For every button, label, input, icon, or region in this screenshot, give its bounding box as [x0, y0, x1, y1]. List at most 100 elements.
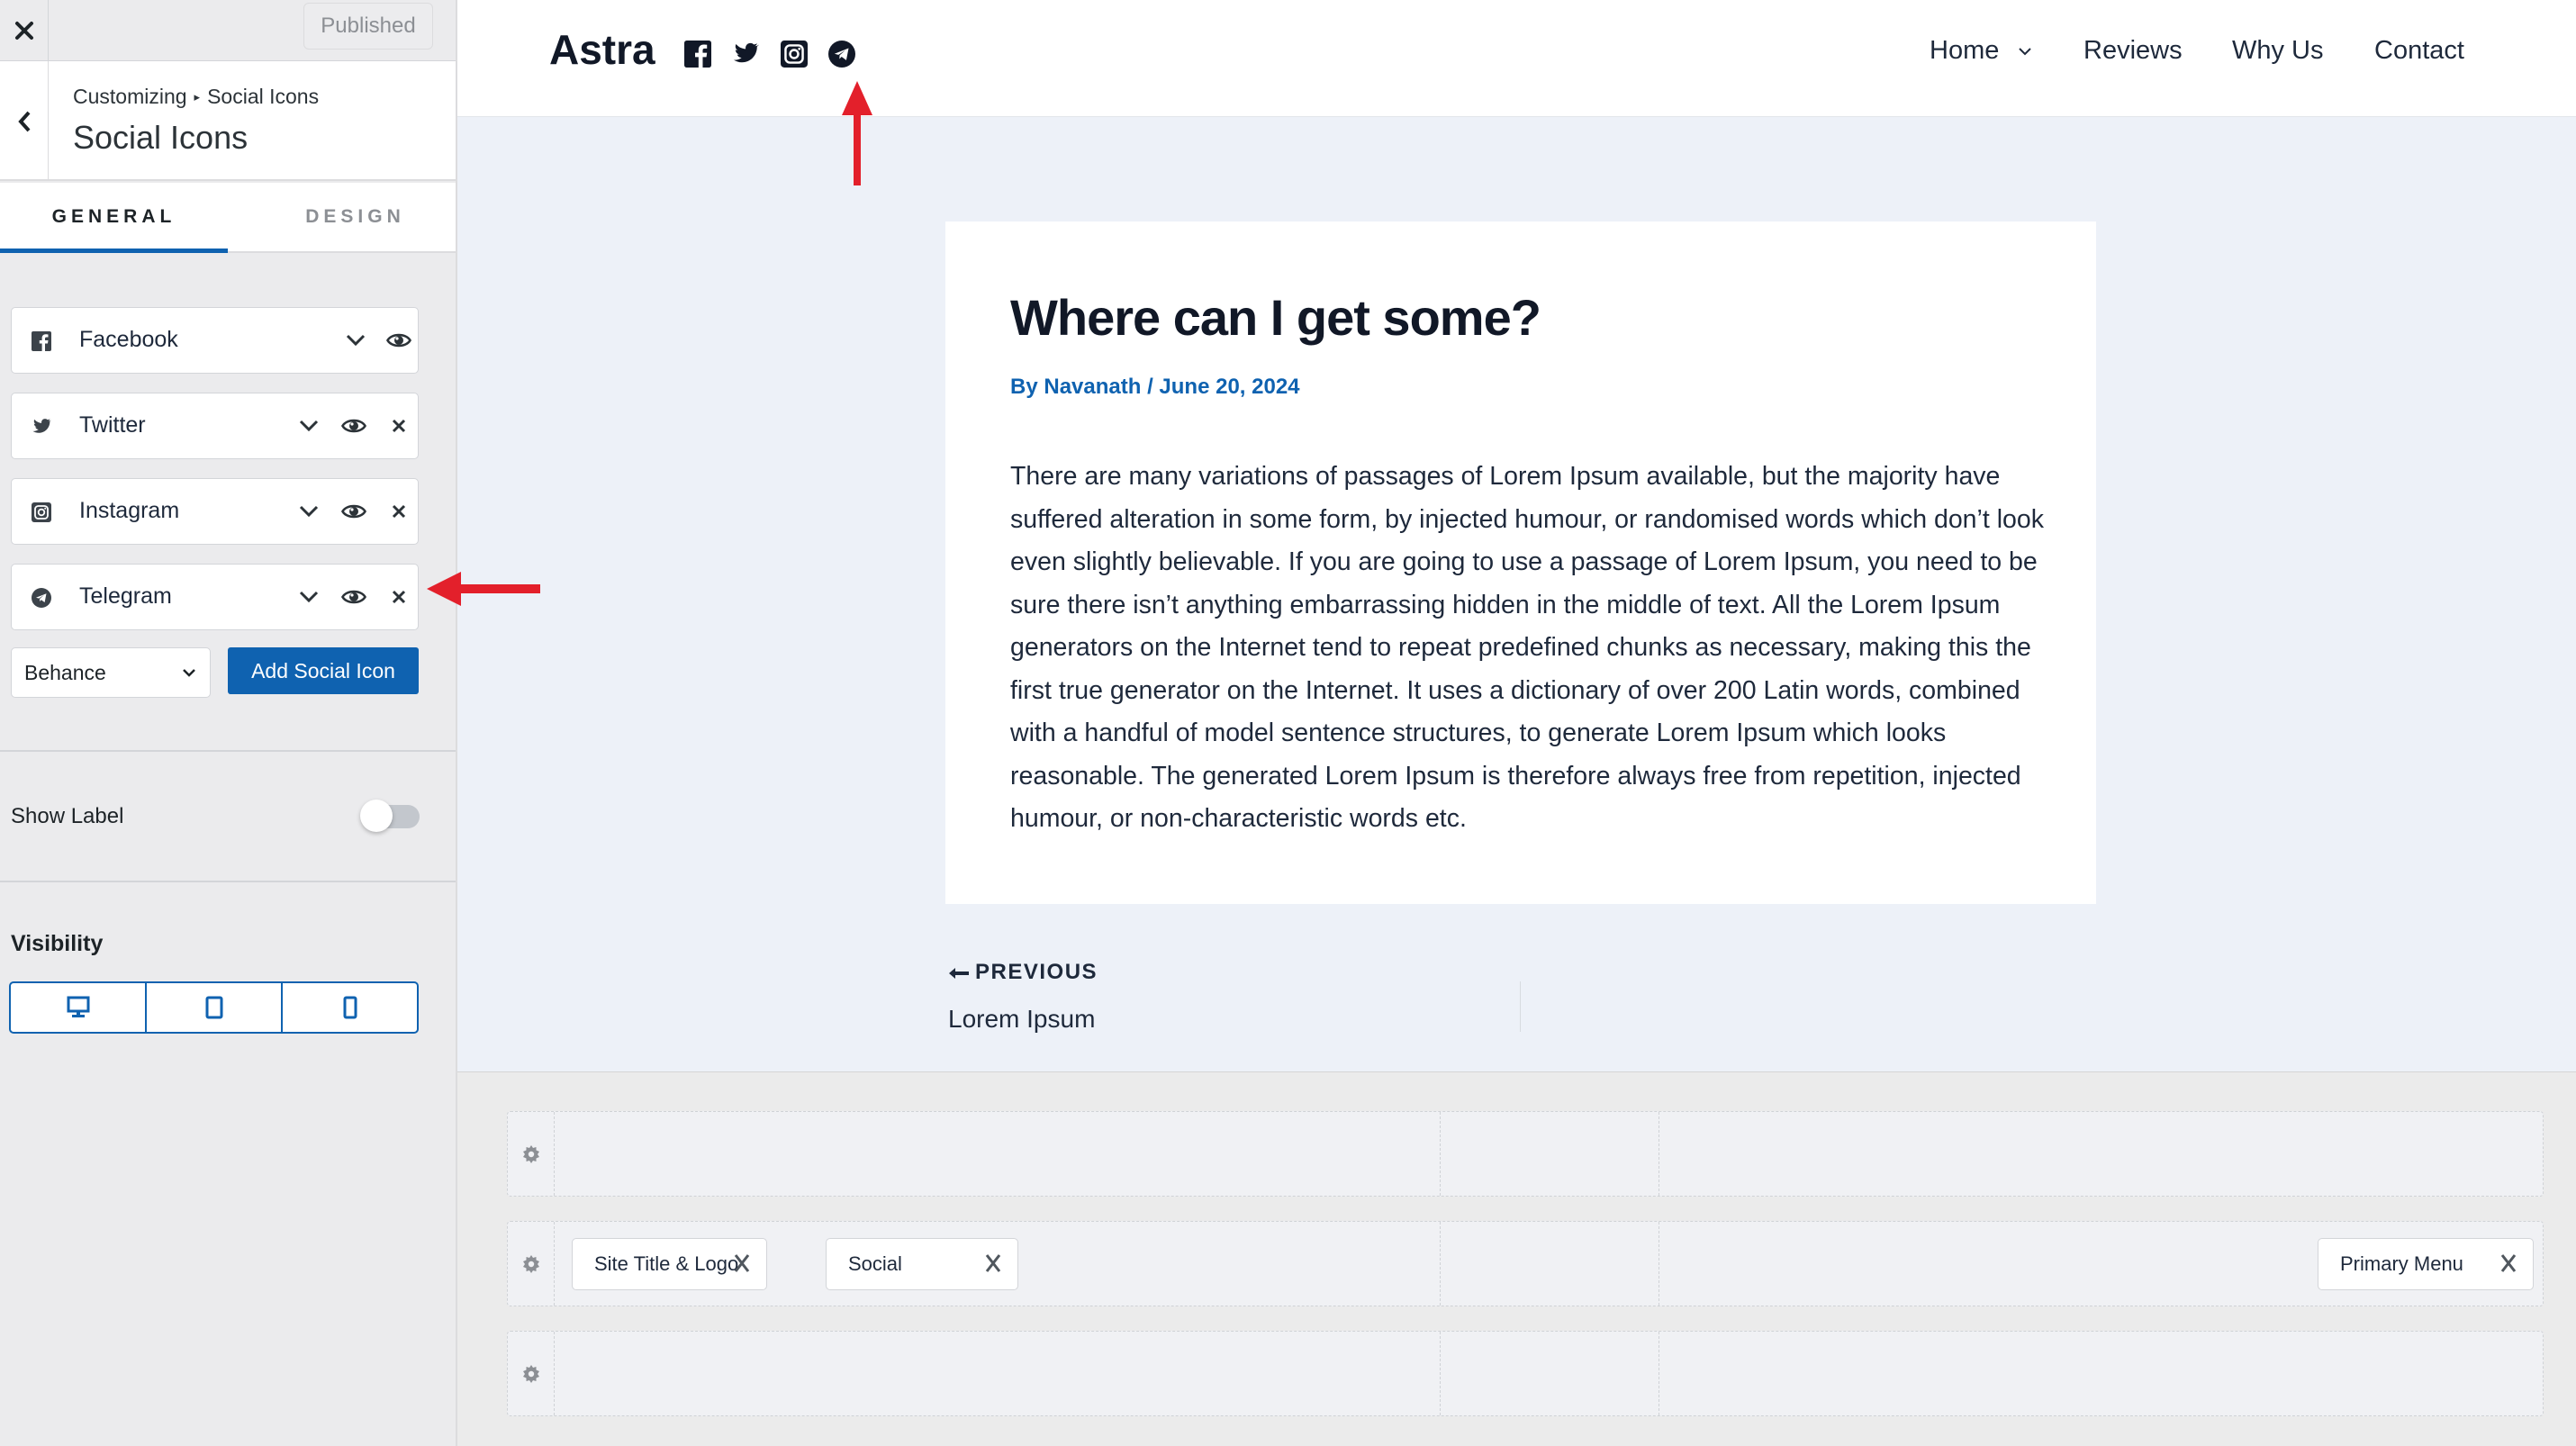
nav-item-contact[interactable]: Contact [2374, 36, 2464, 66]
show-label-toggle[interactable] [360, 800, 420, 832]
published-button[interactable]: Published [303, 3, 433, 50]
visibility-desktop-button[interactable] [11, 983, 145, 1032]
panel-tabs: GENERAL DESIGN [0, 183, 456, 253]
remove-item-x-icon[interactable] [385, 583, 412, 610]
builder-row-above-header[interactable] [507, 1111, 2544, 1197]
divider [0, 881, 456, 882]
previous-post-title[interactable]: Lorem Ipsum [948, 1005, 1095, 1034]
article-title: Where can I get some? [1010, 289, 1541, 346]
expand-chevron-icon[interactable] [295, 583, 322, 610]
close-icon [14, 22, 33, 40]
gear-icon [522, 1144, 539, 1163]
builder-row-primary-header[interactable]: Site Title & Logo Social Primary Menu [507, 1221, 2544, 1306]
chip-label: Primary Menu [2340, 1252, 2463, 1275]
visibility-eye-icon[interactable] [385, 327, 412, 354]
social-item-label: Telegram [79, 583, 172, 609]
desktop-icon [67, 996, 89, 1017]
twitter-icon[interactable] [732, 41, 759, 68]
column-divider [1440, 1332, 1441, 1415]
social-item-instagram[interactable]: Instagram [11, 478, 419, 545]
breadcrumb-root: Customizing [73, 85, 187, 108]
divider [0, 750, 456, 752]
meta-prefix: By [1010, 375, 1038, 399]
show-label-text: Show Label [11, 804, 124, 828]
remove-chip-x-icon[interactable] [734, 1253, 750, 1273]
tablet-icon [205, 996, 222, 1019]
social-item-label: Instagram [79, 498, 180, 523]
remove-chip-x-icon[interactable] [2500, 1253, 2517, 1273]
site-preview: Astra Home Reviews Why Us Contact Where … [457, 0, 2576, 1071]
social-item-label: Facebook [79, 327, 178, 352]
breadcrumb: Customizing ▸ Social Icons [73, 85, 319, 109]
article-meta: By Navanath / June 20, 2024 [1010, 375, 1300, 400]
row-settings-button[interactable] [508, 1222, 555, 1306]
customizer-sidebar: Published Customizing ▸ Social Icons Socia… [0, 0, 457, 1446]
social-item-telegram[interactable]: Telegram [11, 564, 419, 630]
social-item-twitter[interactable]: Twitter [11, 393, 419, 459]
visibility-device-toggle [9, 981, 419, 1034]
chevron-left-icon [17, 111, 30, 131]
back-button[interactable] [0, 61, 49, 181]
nav-item-home[interactable]: Home [1930, 36, 2033, 66]
article-body: There are many variations of passages of… [1010, 462, 2044, 833]
social-item-label: Twitter [79, 412, 146, 438]
author-link[interactable]: Navanath [1044, 375, 1141, 399]
row-settings-button[interactable] [508, 1112, 555, 1196]
toggle-knob [360, 800, 393, 832]
section-title: Social Icons [73, 119, 249, 156]
breadcrumb-separator: ▸ [194, 90, 201, 104]
add-social-icon-button[interactable]: Add Social Icon [228, 647, 419, 694]
mobile-icon [343, 996, 357, 1019]
meta-separator: / [1147, 375, 1153, 399]
visibility-mobile-button[interactable] [281, 983, 417, 1032]
tab-general[interactable]: GENERAL [0, 183, 228, 253]
nav-item-reviews[interactable]: Reviews [2083, 36, 2183, 66]
visibility-eye-icon[interactable] [340, 583, 367, 610]
column-divider [1440, 1112, 1441, 1196]
site-title[interactable]: Astra [549, 25, 655, 74]
builder-row-below-header[interactable] [507, 1331, 2544, 1416]
chevron-down-icon [183, 669, 195, 677]
facebook-icon[interactable] [684, 41, 711, 68]
nav-item-why-us[interactable]: Why Us [2232, 36, 2324, 66]
previous-label: PREVIOUS [975, 960, 1098, 984]
remove-chip-x-icon[interactable] [985, 1253, 1001, 1273]
gear-icon [522, 1364, 539, 1383]
visibility-tablet-button[interactable] [145, 983, 281, 1032]
instagram-icon[interactable] [781, 41, 808, 68]
chip-label: Site Title & Logo [594, 1252, 739, 1275]
visibility-eye-icon[interactable] [340, 498, 367, 525]
arrow-left-icon [949, 967, 969, 979]
instagram-icon [32, 502, 51, 522]
post-date[interactable]: June 20, 2024 [1159, 375, 1299, 399]
telegram-icon [32, 588, 51, 608]
chevron-down-icon [2019, 48, 2032, 56]
remove-item-x-icon[interactable] [385, 498, 412, 525]
social-item-facebook[interactable]: Facebook [11, 307, 419, 374]
customizer-topbar: Published [0, 0, 456, 61]
visibility-heading: Visibility [11, 931, 104, 956]
row-settings-button[interactable] [508, 1332, 555, 1415]
social-platform-select[interactable]: Behance [11, 647, 211, 698]
header-builder: Site Title & Logo Social Primary Menu [457, 1071, 2576, 1446]
expand-chevron-icon[interactable] [295, 498, 322, 525]
expand-chevron-icon[interactable] [342, 327, 369, 354]
tab-design[interactable]: DESIGN [228, 183, 456, 251]
previous-post-link[interactable]: PREVIOUS [948, 960, 1098, 985]
remove-item-x-icon[interactable] [385, 412, 412, 439]
visibility-eye-icon[interactable] [340, 412, 367, 439]
post-nav-divider [1520, 981, 1521, 1032]
chip-label: Social [848, 1252, 902, 1275]
builder-chip-social[interactable]: Social [826, 1238, 1018, 1290]
builder-chip-primary-menu[interactable]: Primary Menu [2318, 1238, 2534, 1290]
site-header: Astra Home Reviews Why Us Contact [457, 0, 2576, 117]
expand-chevron-icon[interactable] [295, 412, 322, 439]
annotation-arrow-left [427, 572, 540, 606]
article-card: Where can I get some? By Navanath / June… [945, 221, 2096, 904]
annotation-arrow-up [842, 81, 872, 185]
twitter-icon [32, 419, 51, 433]
builder-chip-site-title-logo[interactable]: Site Title & Logo [572, 1238, 767, 1290]
close-customizer-button[interactable] [0, 0, 49, 61]
facebook-icon [32, 331, 51, 351]
telegram-icon[interactable] [828, 41, 855, 68]
